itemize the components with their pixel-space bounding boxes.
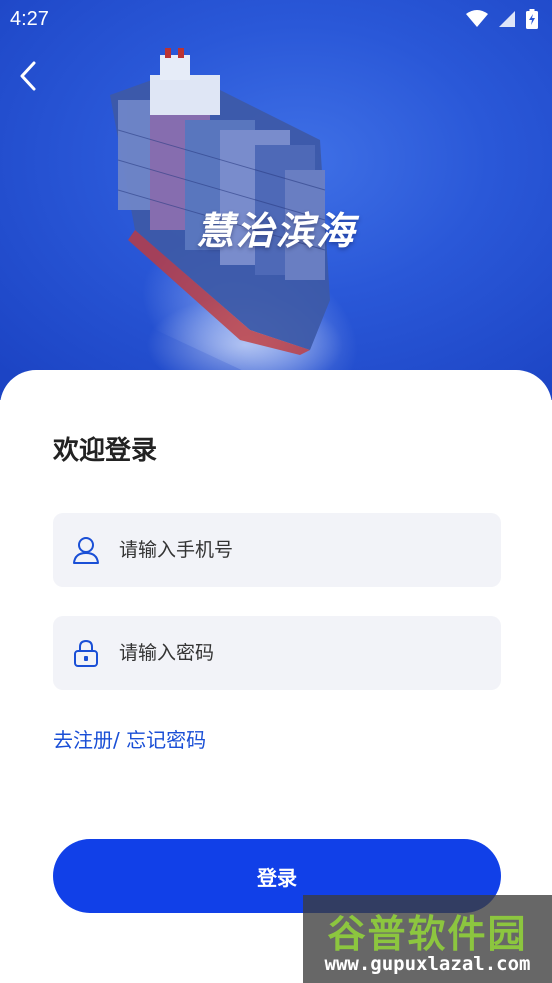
hero-banner: 慧治滨海 xyxy=(0,0,552,400)
login-card: 欢迎登录 去注册/ 忘记密码 登录 xyxy=(0,370,552,983)
signal-icon xyxy=(499,11,515,27)
lock-icon xyxy=(53,616,119,690)
status-time: 4:27 xyxy=(10,7,49,30)
status-bar: 4:27 xyxy=(0,0,552,38)
back-button[interactable] xyxy=(10,56,46,96)
wifi-icon xyxy=(466,10,488,27)
register-link[interactable]: 去注册/ xyxy=(53,728,120,752)
welcome-heading: 欢迎登录 xyxy=(53,436,158,466)
phone-field[interactable] xyxy=(53,513,501,587)
user-icon xyxy=(53,513,119,587)
hero-title: 慧治滨海 xyxy=(195,209,356,253)
password-field[interactable] xyxy=(53,616,501,690)
watermark-url: www.gupuxlazal.com xyxy=(324,953,531,975)
phone-input[interactable] xyxy=(119,513,501,587)
forgot-password-link[interactable]: 忘记密码 xyxy=(126,728,206,752)
chevron-left-icon xyxy=(20,61,36,91)
site-watermark: 谷普软件园 www.gupuxlazal.com xyxy=(303,895,552,983)
password-input[interactable] xyxy=(119,616,501,690)
auth-links: 去注册/ 忘记密码 xyxy=(53,724,206,753)
watermark-title: 谷普软件园 xyxy=(327,912,528,956)
battery-charging-icon xyxy=(526,9,538,29)
status-icons xyxy=(466,9,538,29)
